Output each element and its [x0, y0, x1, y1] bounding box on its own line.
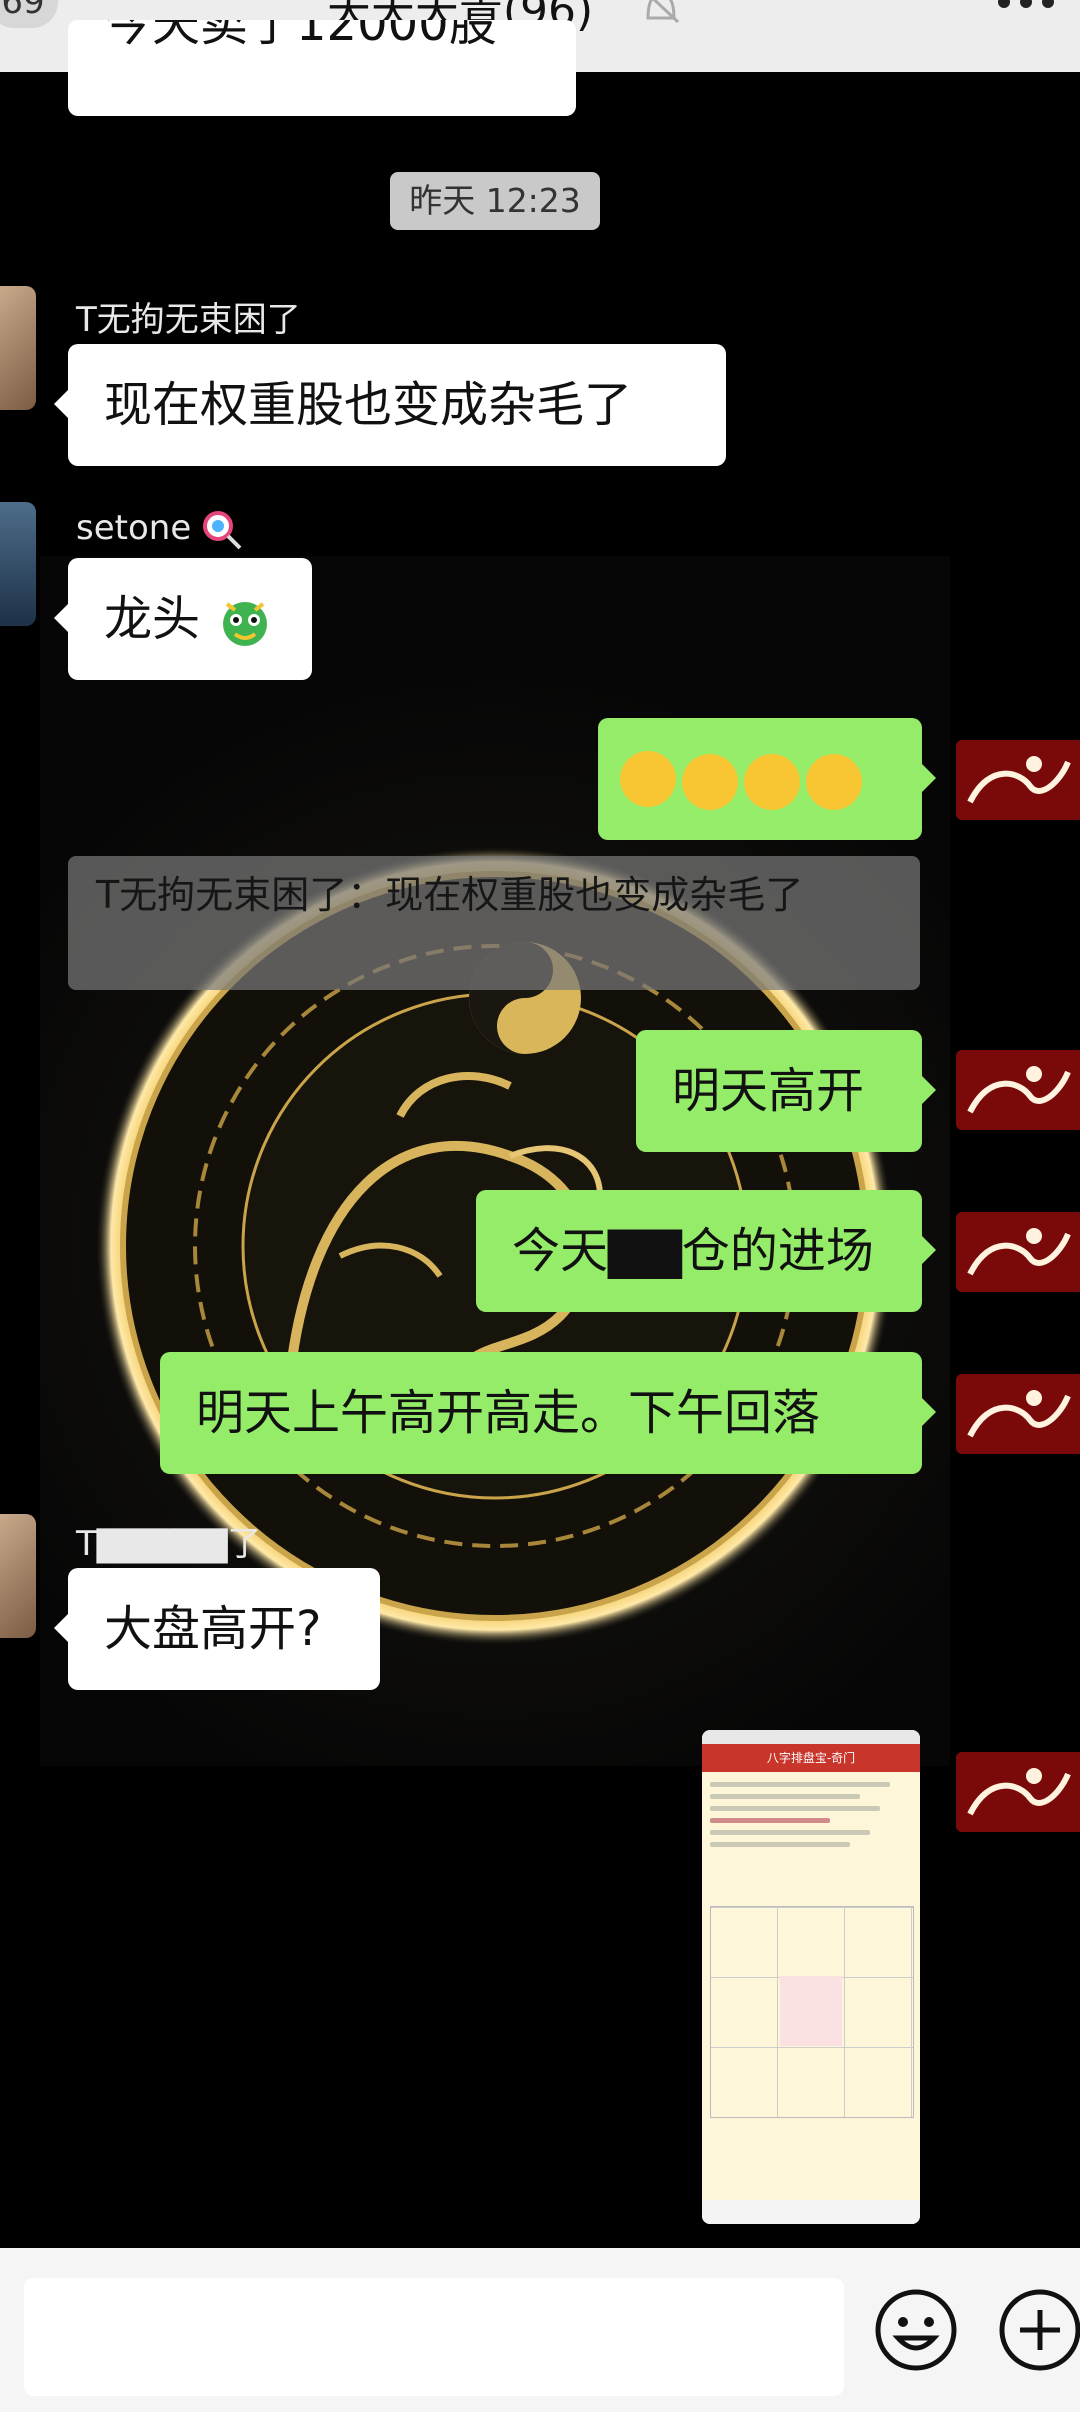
grin-emoji-icon	[682, 754, 738, 810]
emoji-face-icon[interactable]	[874, 2288, 958, 2372]
dragon-avatar-art	[967, 1066, 1071, 1114]
message-bubble-sent[interactable]: 今天▇▇仓的进场	[476, 1190, 936, 1312]
sender-name: T▇▇▇▇▇了	[76, 1524, 262, 1564]
grin-emoji-icon	[620, 751, 676, 807]
avatar-self[interactable]	[956, 1752, 1080, 1832]
quoted-message[interactable]: T无拘无束困了：现在权重股也变成杂毛了	[68, 856, 920, 990]
screenshot-text-line	[710, 1818, 830, 1823]
dragon-avatar-art	[967, 756, 1071, 804]
avatar[interactable]	[0, 286, 36, 410]
dragon-emoji-icon	[223, 602, 268, 646]
message-text: 现在权重股也变成杂毛了	[104, 377, 633, 433]
message-bubble-sent[interactable]: 明天高开	[636, 1030, 936, 1152]
screenshot-text-line	[710, 1830, 870, 1835]
screenshot-navbar	[702, 2200, 920, 2224]
dragon-avatar-art	[967, 1228, 1071, 1276]
unread-count-badge[interactable]: 69	[0, 0, 58, 28]
input-bar	[0, 2248, 1080, 2412]
message-text: 大盘高开?	[104, 1601, 322, 1657]
grin-emoji-icon	[744, 754, 800, 810]
more-icon[interactable]	[996, 0, 1056, 14]
lollipop-emoji-icon	[203, 510, 242, 549]
screenshot-text-line	[710, 1806, 880, 1811]
plus-icon[interactable]	[998, 2288, 1080, 2372]
message-bubble[interactable]: 现在权重股也变成杂毛了	[54, 344, 726, 466]
screenshot-statusbar	[702, 1730, 920, 1744]
message-text: 今天卖了12000股	[104, 20, 497, 52]
screenshot-text-line	[710, 1842, 850, 1847]
screenshot-text-line	[710, 1782, 890, 1787]
screenshot-app-header: 八字排盘宝-奇门	[702, 1744, 920, 1772]
screenshot-text-line	[710, 1794, 860, 1799]
message-bubble[interactable]: 大盘高开?	[54, 1568, 380, 1690]
message-text: 明天上午高开高走。下午回落	[196, 1385, 821, 1441]
image-message-screenshot[interactable]: 八字排盘宝-奇门	[702, 1730, 920, 2224]
sender-name: setone	[76, 508, 242, 550]
avatar-self[interactable]	[956, 1212, 1080, 1292]
message-bubble[interactable]: 龙头	[54, 558, 312, 680]
message-bubble-partial[interactable]: 今天卖了12000股	[68, 20, 576, 116]
message-text: 明天高开	[672, 1063, 865, 1119]
message-input[interactable]	[24, 2278, 844, 2396]
grin-emoji-icon	[806, 754, 862, 810]
avatar-self[interactable]	[956, 740, 1080, 820]
message-text: 龙头	[104, 591, 201, 647]
sender-name: T无拘无束困了	[76, 300, 301, 340]
bell-mute-icon	[646, 0, 680, 24]
timestamp: 昨天 12:23	[390, 172, 600, 230]
message-bubble-sent[interactable]	[598, 718, 936, 840]
message-bubble-sent[interactable]: 明天上午高开高走。下午回落	[160, 1352, 936, 1474]
avatar[interactable]	[0, 502, 36, 626]
dragon-avatar-art	[967, 1768, 1071, 1816]
message-text: 今天▇▇仓的进场	[512, 1223, 874, 1279]
avatar-self[interactable]	[956, 1050, 1080, 1130]
dragon-avatar-art	[967, 1390, 1071, 1438]
sender-name-text: setone	[76, 508, 192, 548]
avatar[interactable]	[0, 1514, 36, 1638]
screenshot-center-cell	[780, 1976, 842, 2046]
avatar-self[interactable]	[956, 1374, 1080, 1454]
